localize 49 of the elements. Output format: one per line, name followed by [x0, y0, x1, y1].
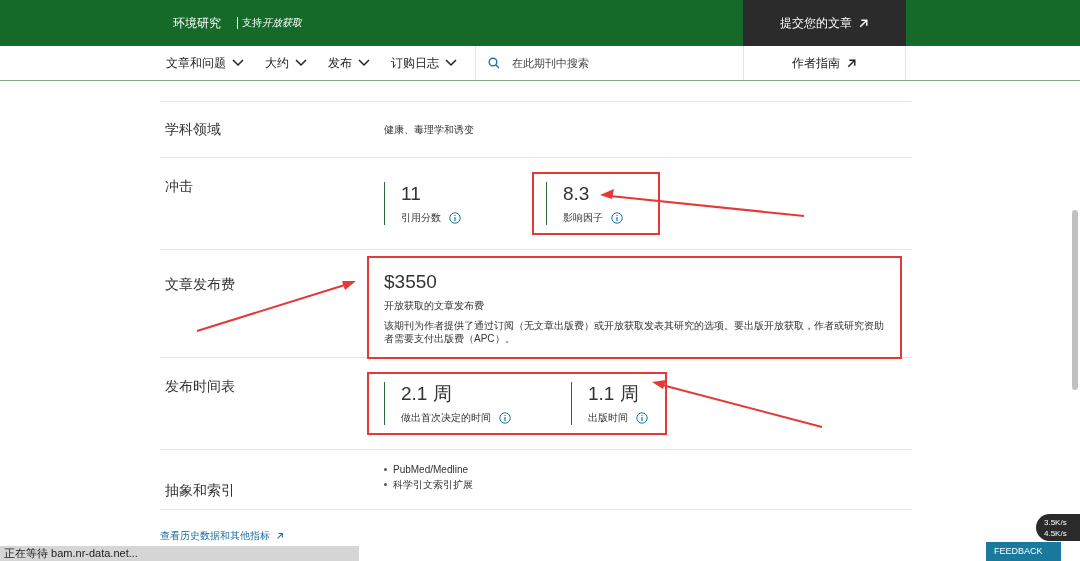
download-speed: 4.5K/s	[1044, 527, 1068, 539]
chevron-down-icon	[445, 59, 457, 67]
info-icon[interactable]	[449, 211, 461, 224]
nav-menu[interactable]: 大约	[265, 54, 307, 72]
nav-menu[interactable]: 发布	[328, 54, 370, 72]
upload-speed: 3.5K/s	[1044, 516, 1068, 528]
section-label: 文章发布费	[164, 275, 236, 294]
metric-value: 2.1 周	[401, 382, 453, 406]
section-label: 发布时间表	[164, 377, 236, 396]
history-data-link[interactable]: 查看历史数据和其他指标	[160, 528, 284, 543]
external-arrow-icon	[858, 17, 869, 29]
metric-value: 1.1 周	[588, 382, 640, 406]
chevron-down-icon	[295, 59, 307, 67]
nav-menu[interactable]: 订购日志	[391, 54, 457, 72]
section-label: 抽象和索引	[164, 481, 236, 500]
search-field[interactable]: 在此期刊中搜索	[475, 46, 743, 80]
metric-value: 8.3	[563, 182, 591, 206]
external-arrow-icon	[846, 57, 857, 69]
info-icon[interactable]	[611, 211, 623, 224]
search-input[interactable]: 在此期刊中搜索	[512, 54, 712, 72]
journal-title[interactable]: 环境研究	[173, 14, 221, 32]
metric-caption: 影响因子	[563, 211, 603, 225]
author-guide-link[interactable]: 作者指南	[743, 46, 906, 80]
open-access-tagline: 支持开放获取	[237, 17, 302, 29]
info-icon[interactable]	[636, 411, 648, 424]
index-entry: PubMed/Medline	[393, 463, 469, 477]
metric-caption: 引用分数	[401, 211, 441, 225]
bullet-icon	[384, 468, 387, 471]
section-value: 健康、毒理学和诱变	[384, 123, 474, 137]
submit-article-button[interactable]: 提交您的文章	[743, 0, 906, 46]
fee-note: 该期刊为作者提供了通过订阅（无文章出版费）或开放获取发表其研究的选项。要出版开放获取，作者或研究资助者需要支付出版费（APC）。	[384, 319, 885, 345]
index-entry: 科学引文索引扩展	[393, 478, 473, 492]
chevron-down-icon	[358, 59, 370, 67]
bullet-icon	[384, 483, 387, 486]
external-arrow-icon	[276, 531, 284, 540]
chevron-down-icon	[232, 59, 244, 67]
feedback-button[interactable]: FEEDBACK	[986, 542, 1061, 561]
scrollbar[interactable]	[1072, 210, 1078, 390]
search-icon	[488, 57, 500, 69]
metric-caption: 出版时间	[588, 411, 628, 425]
fee-amount: $3550	[384, 270, 438, 294]
nav-menu[interactable]: 文章和问题	[166, 54, 244, 72]
status-bar: 正在等待 bam.nr-data.net...	[0, 546, 359, 561]
section-label: 冲击	[164, 177, 194, 196]
fee-caption: 开放获取的文章发布费	[384, 299, 485, 313]
metric-value: 11	[401, 182, 422, 206]
section-label: 学科领域	[164, 120, 222, 139]
metric-caption: 做出首次决定的时间	[401, 411, 491, 425]
info-icon[interactable]	[499, 411, 511, 424]
